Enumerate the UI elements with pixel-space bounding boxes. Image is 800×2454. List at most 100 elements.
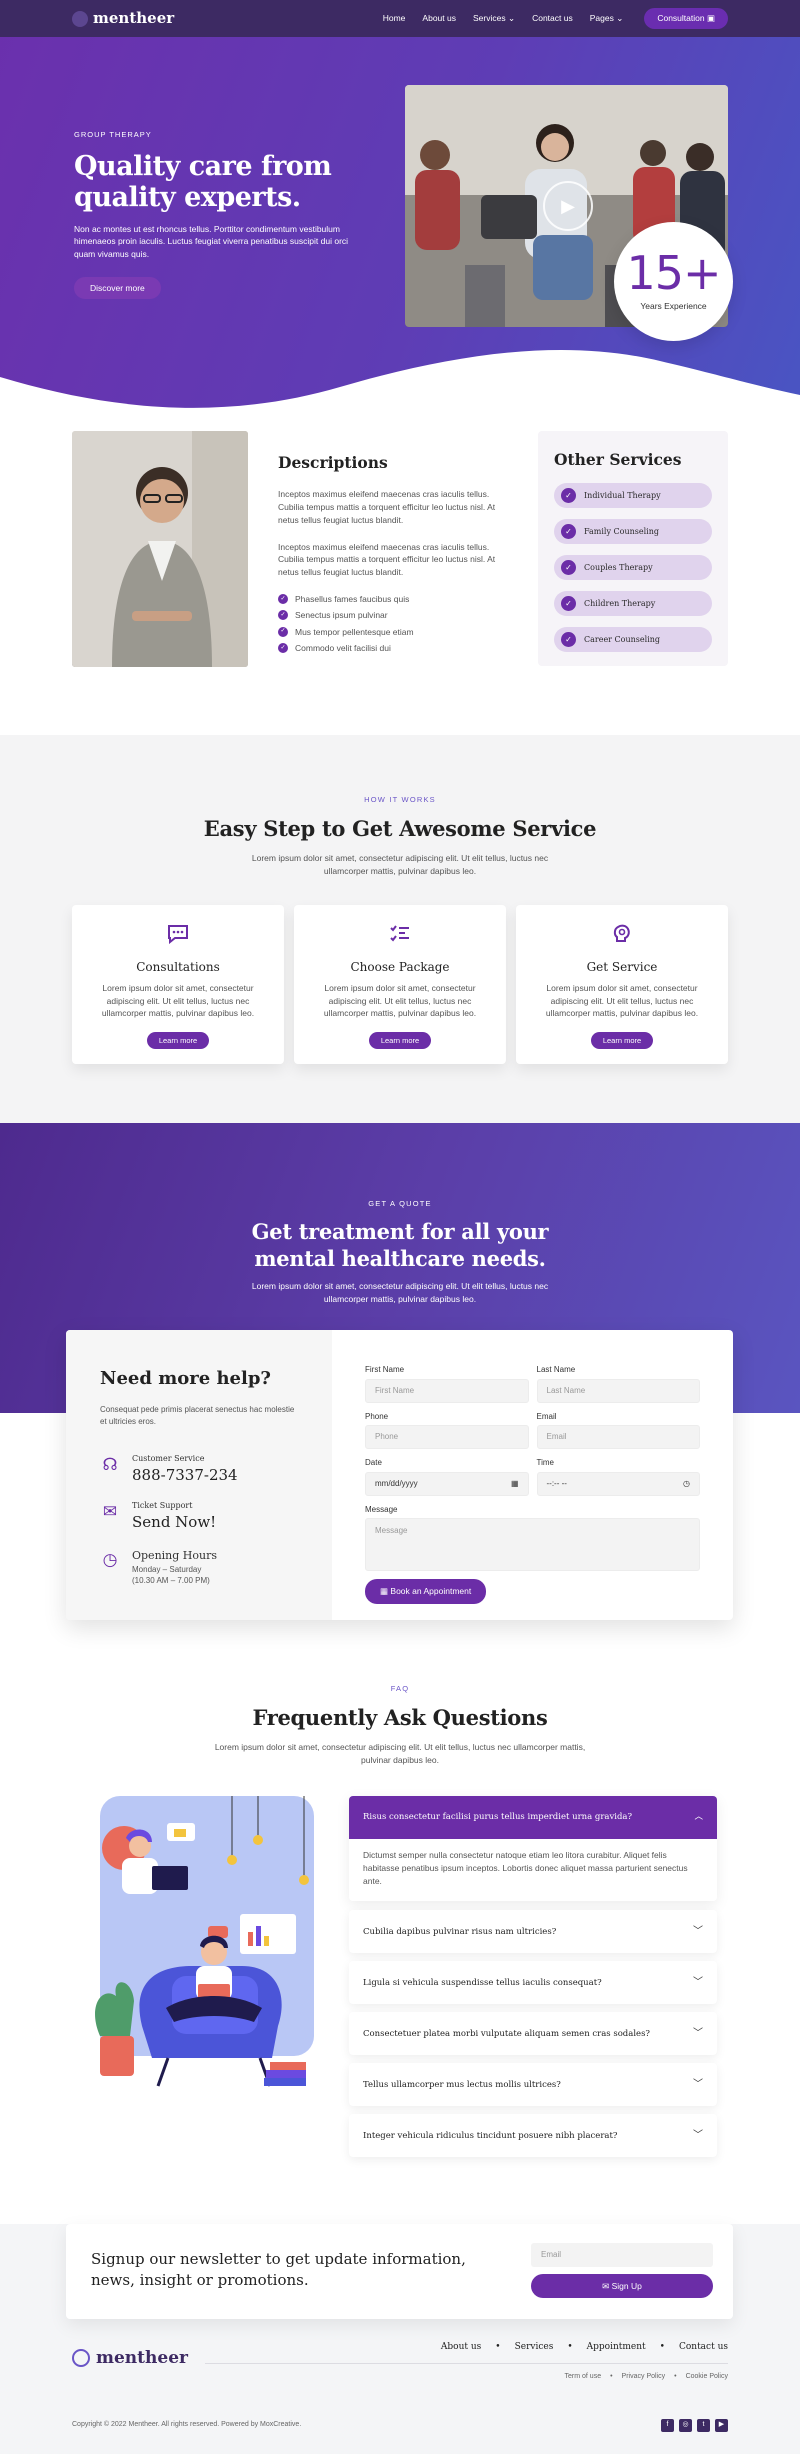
faq-eyebrow: FAQ — [390, 1684, 410, 1693]
email-label: Email — [536, 1411, 557, 1421]
chevron-down-icon: ⌄ — [507, 13, 516, 24]
nav-link-services[interactable]: Services ⌄ — [473, 12, 515, 24]
footer-link-appointment[interactable]: Appointment — [587, 2341, 646, 2354]
message-textarea[interactable]: Message — [365, 1518, 700, 1572]
date-input[interactable]: mm/dd/yyyy ▦ — [365, 1471, 529, 1496]
last-name-label: Last Name — [536, 1365, 576, 1374]
cookie-link[interactable]: Cookie Policy — [686, 2372, 728, 2382]
dot-separator: • — [674, 2373, 677, 2380]
faq-item[interactable]: Integer vehicula ridiculus tincidunt pos… — [349, 2114, 717, 2158]
check-icon: ✓ — [561, 560, 576, 576]
service-link-children[interactable]: ✓ Children Therapy — [554, 591, 712, 617]
check-item-text: Senectus ipsum pulvinar — [295, 610, 388, 621]
phone-input[interactable]: Phone — [365, 1425, 529, 1450]
descriptions-paragraph-1: Inceptos maximus eleifend maecenas cras … — [278, 489, 496, 525]
hours-time: (10.30 AM – 7.00 PM) — [132, 1575, 210, 1585]
learn-more-button[interactable]: Learn more — [368, 1032, 432, 1050]
signup-button[interactable]: ✉ Sign Up — [531, 2274, 713, 2298]
email-input[interactable]: Email — [536, 1425, 700, 1450]
footer-logo[interactable]: mentheer — [72, 2346, 188, 2371]
consultation-label: Consultation — [657, 13, 705, 23]
top-nav: mentheer Home About us Services ⌄ Contac… — [0, 0, 800, 37]
nav-link-contact[interactable]: Contact us — [532, 12, 573, 24]
card-text: Lorem ipsum dolor sit amet, consectetur … — [545, 983, 699, 1019]
faq-question-open[interactable]: Risus consectetur facilisi purus tellus … — [349, 1796, 717, 1839]
footer-link-about[interactable]: About us — [441, 2341, 481, 2354]
newsletter-text: Signup our newsletter to get update info… — [91, 2250, 466, 2289]
play-video-button[interactable]: ▶ — [543, 181, 593, 231]
first-name-input[interactable]: First Name — [365, 1378, 529, 1403]
how-subtitle: Lorem ipsum dolor sit amet, consectetur … — [251, 853, 549, 877]
contact-label: Ticket Support — [132, 1501, 193, 1511]
youtube-icon[interactable]: ▶ — [715, 2419, 728, 2432]
phone-number[interactable]: 888-7337-234 — [132, 1465, 238, 1487]
discover-more-button[interactable]: Discover more — [74, 276, 161, 299]
service-link-family[interactable]: ✓ Family Counseling — [554, 519, 712, 545]
learn-more-button[interactable]: Learn more — [590, 1032, 654, 1050]
how-eyebrow: HOW IT WORKS — [364, 795, 436, 804]
chevron-down-icon: ⌄ — [616, 13, 624, 24]
faq-item[interactable]: Ligula si vehicula suspendisse tellus ia… — [349, 1961, 717, 2005]
footer-link-services[interactable]: Services — [515, 2341, 554, 2354]
hero-title: Quality care from quality experts. — [74, 150, 332, 214]
calendar-icon: ▦ — [510, 1478, 519, 1488]
quote-subtitle: Lorem ipsum dolor sit amet, consectetur … — [251, 1281, 549, 1305]
nav-link-home[interactable]: Home — [383, 12, 406, 24]
therapist-photo — [72, 431, 248, 667]
service-label: Couples Therapy — [584, 563, 653, 573]
newsletter-email-input[interactable]: Email — [531, 2243, 713, 2267]
therapist-illustration — [72, 431, 248, 667]
faq-item[interactable]: Consectetuer platea morbi vulputate aliq… — [349, 2012, 717, 2056]
facebook-icon[interactable]: f — [661, 2419, 674, 2432]
time-placeholder: --:-- -- — [546, 1478, 567, 1488]
footer-legal-links: Term of use • Privacy Policy • Cookie Poli… — [565, 2372, 728, 2382]
footer-divider — [205, 2363, 728, 2364]
nav-link-pages[interactable]: Pages ⌄ — [590, 12, 624, 24]
faq-item[interactable]: Cubilia dapibus pulvinar risus nam ultri… — [349, 1910, 717, 1954]
copyright-text: Copyright © 2022 Mentheer. All rights re… — [72, 2421, 302, 2429]
twitter-icon[interactable]: t — [697, 2419, 710, 2432]
card-text: Lorem ipsum dolor sit amet, consectetur … — [323, 983, 477, 1019]
logo-text: mentheer — [93, 8, 175, 27]
experience-number: 15+ — [626, 246, 721, 301]
check-icon: ✓ — [278, 610, 288, 621]
step-card-consultations: Consultations Lorem ipsum dolor sit amet… — [72, 905, 284, 1064]
terms-link[interactable]: Term of use — [565, 2372, 602, 2382]
time-input[interactable]: --:-- -- ◷ — [536, 1471, 700, 1496]
service-link-career[interactable]: ✓ Career Counseling — [554, 627, 712, 653]
appointment-form: First Name First Name Last Name Last Name … — [332, 1330, 733, 1620]
step-card-choose-package: Choose Package Lorem ipsum dolor sit ame… — [294, 905, 506, 1064]
faq-question-text: Consectetuer platea morbi vulputate aliq… — [363, 2028, 650, 2039]
descriptions-section: Descriptions Inceptos maximus eleifend m… — [0, 425, 800, 735]
consultation-button[interactable]: Consultation ▣ — [644, 8, 728, 29]
hero-text: GROUP THERAPY Quality care from quality … — [74, 130, 364, 299]
faq-item[interactable]: Tellus ullamcorper mus lectus mollis ult… — [349, 2063, 717, 2107]
service-label: Children Therapy — [584, 599, 656, 609]
last-name-input[interactable]: Last Name — [536, 1378, 700, 1403]
nav-link-about[interactable]: About us — [422, 12, 456, 24]
chevron-down-icon: ﹀ — [693, 2078, 703, 2090]
privacy-link[interactable]: Privacy Policy — [622, 2372, 666, 2382]
card-title: Consultations — [136, 960, 220, 974]
footer-link-contact[interactable]: Contact us — [679, 2341, 728, 2354]
message-label: Message — [365, 1504, 398, 1514]
feature-check-list: ✓ Phasellus fames faucibus quis ✓ Senectus… — [278, 593, 513, 654]
check-icon: ✓ — [561, 596, 576, 612]
footer-logo-text: mentheer — [96, 2348, 188, 2368]
list-item: ✓ Commodo velit facilisi dui — [278, 642, 513, 654]
dot-separator: • — [610, 2373, 613, 2380]
site-logo[interactable]: mentheer — [72, 8, 174, 30]
chevron-down-icon: ﹀ — [693, 2129, 703, 2141]
date-placeholder: mm/dd/yyyy — [375, 1478, 418, 1488]
send-now-link[interactable]: Send Now! — [132, 1512, 216, 1534]
learn-more-button[interactable]: Learn more — [146, 1032, 210, 1050]
instagram-icon[interactable]: ◎ — [679, 2419, 692, 2432]
clock-icon: ◷ — [102, 1549, 118, 1569]
list-item: ✓ Senectus ipsum pulvinar — [278, 609, 513, 621]
service-link-couples[interactable]: ✓ Couples Therapy — [554, 555, 712, 581]
card-text: Lorem ipsum dolor sit amet, consectetur … — [101, 983, 255, 1019]
book-appointment-button[interactable]: ▦ Book an Appointment — [365, 1579, 487, 1605]
service-link-individual[interactable]: ✓ Individual Therapy — [554, 483, 712, 509]
chevron-up-icon: ︿ — [694, 1812, 703, 1823]
faq-subtitle: Lorem ipsum dolor sit amet, consectetur … — [214, 1742, 586, 1766]
